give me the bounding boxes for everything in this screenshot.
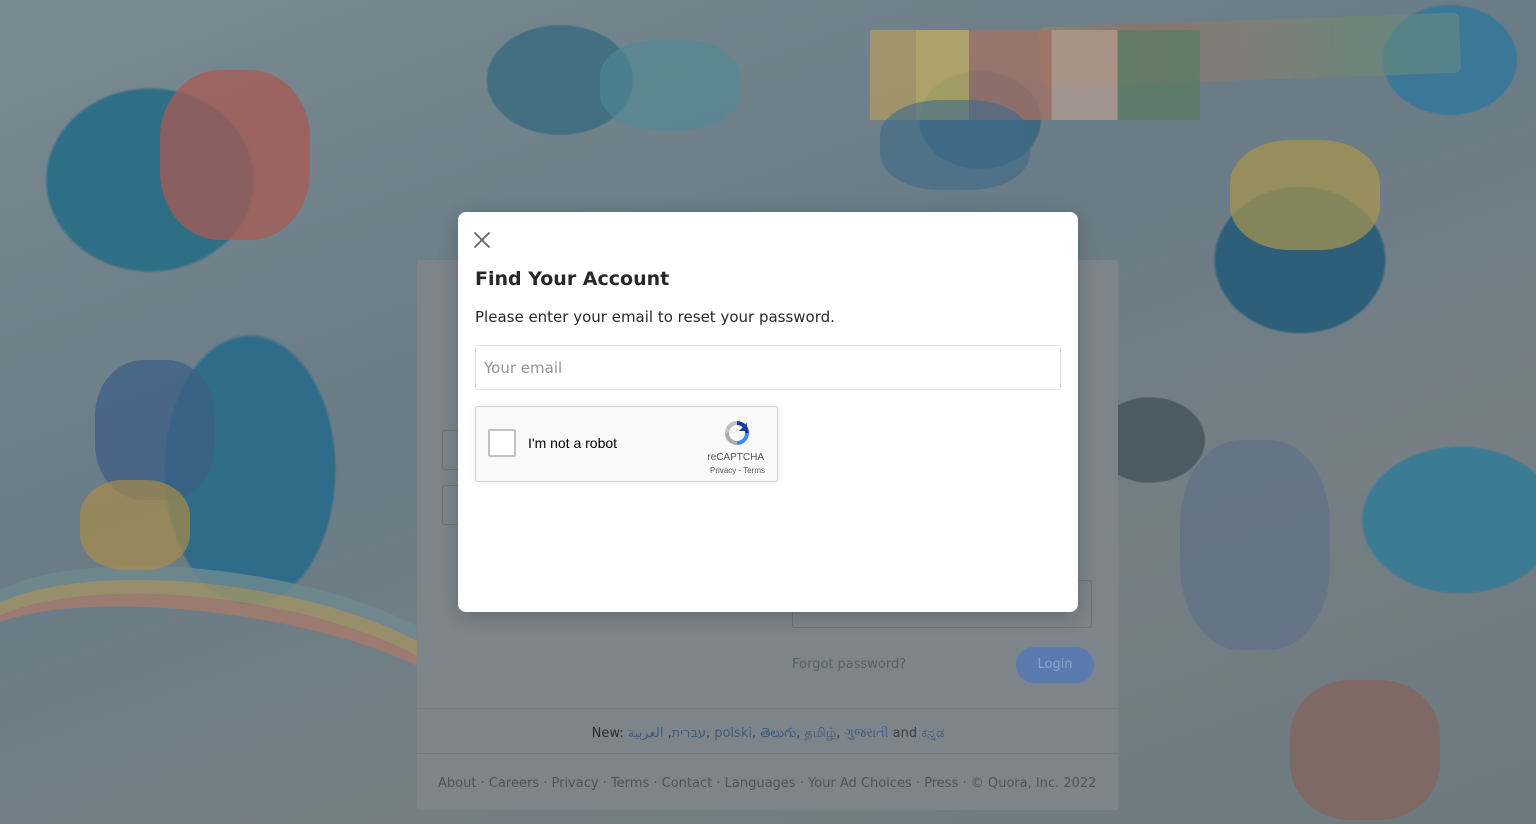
divider [417,708,1118,709]
new-languages-line: New: עברית, العربية, polski, తెలుగు, தமி… [591,726,945,741]
forgot-password-link[interactable]: Forgot password? [792,657,906,672]
person-illustration [880,100,1030,190]
modal-title: Find Your Account [475,268,670,290]
close-icon [474,232,490,248]
recaptcha-checkbox[interactable] [488,429,516,457]
recaptcha-brand: reCAPTCHA [707,452,764,463]
language-link[interactable]: עברית [672,726,706,741]
footer-link-privacy[interactable]: Privacy [551,776,598,791]
recaptcha-widget: I'm not a robot reCAPTCHA Privacy - Term… [475,406,778,482]
footer-link-ad-choices[interactable]: Your Ad Choices [808,776,912,791]
person-illustration [600,40,740,130]
person-illustration [1180,440,1330,650]
language-link[interactable]: العربية [628,726,664,741]
person-illustration [80,480,190,570]
person-illustration [1290,680,1440,820]
person-illustration [160,70,310,240]
language-link[interactable]: ಕನ್ನಡ [921,726,944,741]
recaptcha-terms-link[interactable]: Terms [743,466,765,475]
footer-links: About · Careers · Privacy · Terms · Cont… [438,776,1097,791]
languages-and: and [892,726,918,741]
footer-copyright: © Quora, Inc. 2022 [970,776,1097,791]
footer-link-careers[interactable]: Careers [489,776,539,791]
footer-link-contact[interactable]: Contact [662,776,713,791]
close-button[interactable] [470,228,494,252]
divider [417,753,1118,754]
footer-link-terms[interactable]: Terms [611,776,649,791]
login-button[interactable]: Login [1016,647,1094,683]
language-link[interactable]: தமிழ் [804,726,836,741]
footer-link-languages[interactable]: Languages [725,776,796,791]
person-illustration [95,360,215,500]
email-input[interactable] [475,345,1061,390]
language-link[interactable]: polski [714,726,752,741]
recaptcha-label: I'm not a robot [528,435,618,451]
languages-prefix: New: [591,726,624,741]
footer-link-about[interactable]: About [438,776,476,791]
recaptcha-links: Privacy - Terms [710,466,765,475]
modal-description: Please enter your email to reset your pa… [475,308,835,326]
footer-link-press[interactable]: Press [924,776,958,791]
language-link[interactable]: ગુજરાતી [844,726,888,741]
recaptcha-logo-icon [725,421,749,445]
recaptcha-privacy-link[interactable]: Privacy [710,466,736,475]
language-link[interactable]: తెలుగు [760,726,796,741]
person-illustration [1230,140,1380,250]
